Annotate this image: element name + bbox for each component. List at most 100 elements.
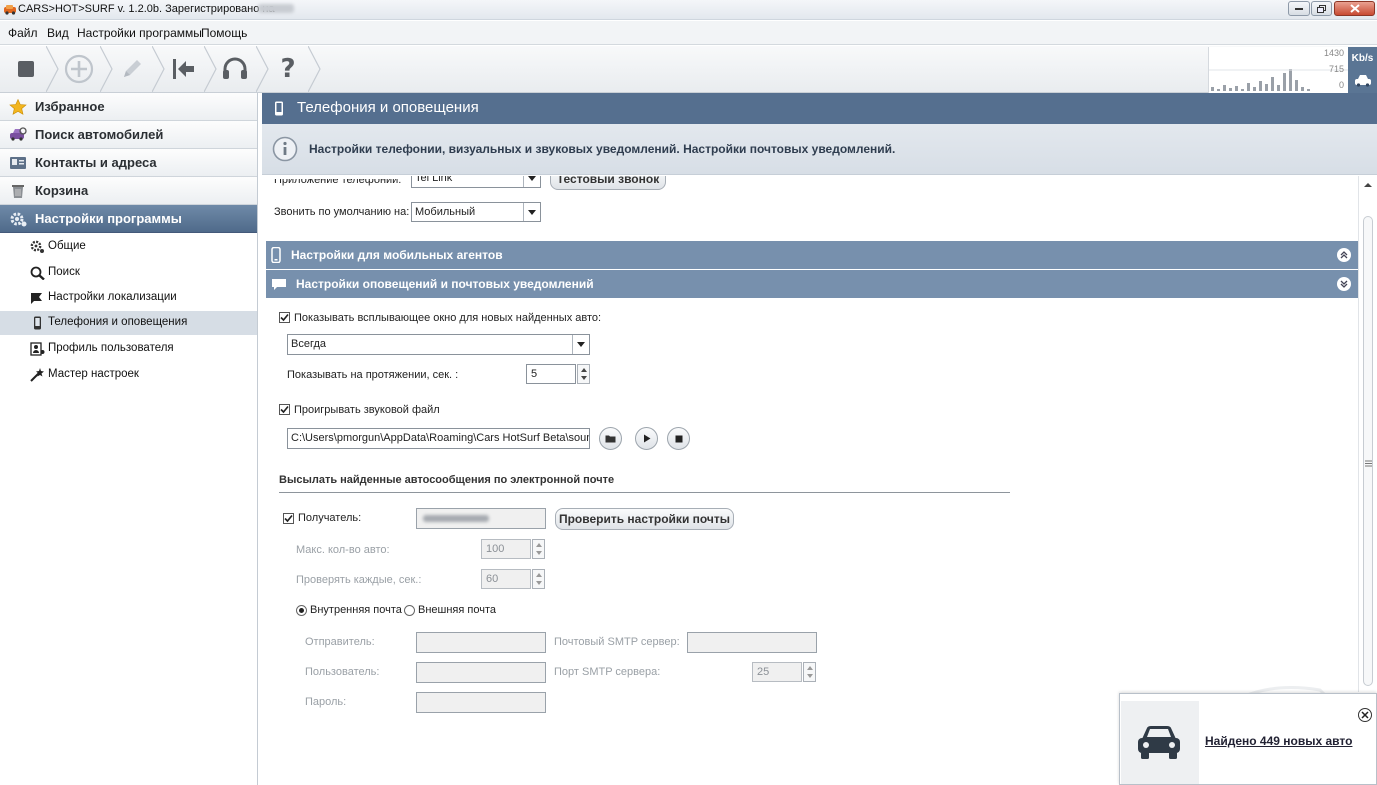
check-every-input[interactable]: 60 <box>481 569 531 589</box>
help-button[interactable]: ? <box>262 46 314 92</box>
notification-popup: Найдено 449 новых авто <box>1119 693 1377 785</box>
sidebar-cat-car-search[interactable]: Поиск автомобилей <box>0 121 257 149</box>
external-mail-radio[interactable] <box>404 605 415 616</box>
sidebar-item-label: Профиль пользователя <box>48 342 174 354</box>
expand-button[interactable] <box>1337 248 1351 262</box>
gear-icon <box>30 240 44 253</box>
sidebar-cat-favorites[interactable]: Избранное <box>0 93 257 121</box>
show-duration-input[interactable]: 5 <box>526 364 576 384</box>
edit-button[interactable] <box>106 46 158 92</box>
sidebar-cat-contacts[interactable]: Контакты и адреса <box>0 149 257 177</box>
chevron-down-icon <box>523 203 540 221</box>
popup-close-button[interactable] <box>1358 708 1372 722</box>
sidebar-item-telephony[interactable]: Телефония и оповещения <box>0 311 257 335</box>
stop-sound-button[interactable] <box>667 427 690 450</box>
show-popup-checkbox[interactable] <box>279 312 290 323</box>
app-logo-icon <box>4 5 16 15</box>
menu-view[interactable]: Вид <box>47 26 69 40</box>
default-call-select[interactable]: Мобильный <box>411 202 541 222</box>
toolbar-chevron-separator <box>308 46 321 92</box>
sidebar-item-profile[interactable]: Профиль пользователя <box>0 337 257 361</box>
sidebar-item-wizard[interactable]: Мастер настроек <box>0 363 257 387</box>
internal-mail-radio[interactable] <box>296 605 307 616</box>
arrow-down-icon <box>807 674 813 678</box>
question-icon: ? <box>280 54 296 84</box>
traffic-max-label: 1430 <box>1323 48 1344 58</box>
page-title: Телефония и оповещения <box>297 99 479 116</box>
smtp-server-input[interactable] <box>687 632 817 653</box>
section-notifications[interactable]: Настройки оповещений и почтовых уведомле… <box>266 270 1358 298</box>
back-button[interactable] <box>157 46 209 92</box>
play-sound-button[interactable] <box>635 427 658 450</box>
minimize-icon <box>1295 8 1303 10</box>
traffic-mid-label: 715 <box>1328 64 1344 74</box>
scrollbar-thumb[interactable] <box>1363 216 1373 686</box>
sidebar-item-general[interactable]: Общие <box>0 235 257 259</box>
flag-icon <box>31 293 42 304</box>
show-duration-spinner[interactable] <box>577 364 590 384</box>
recipient-checkbox[interactable] <box>283 513 294 524</box>
checkmark-icon <box>284 514 293 523</box>
check-every-label: Проверять каждые, сек.: <box>296 574 422 586</box>
scroll-up-icon <box>1364 183 1372 187</box>
minimize-button[interactable] <box>1288 1 1310 16</box>
arrow-up-icon <box>536 543 542 547</box>
sidebar-cat-trash[interactable]: Корзина <box>0 177 257 205</box>
folder-icon <box>605 435 616 443</box>
back-icon <box>173 59 194 79</box>
smtp-server-label: Почтовый SMTP сервер: <box>554 636 680 648</box>
vertical-scrollbar[interactable] <box>1358 176 1377 692</box>
max-cars-spinner[interactable] <box>532 539 545 559</box>
sound-path-input[interactable]: C:\Users\pmorgun\AppData\Roaming\Cars Ho… <box>287 428 590 449</box>
sender-label: Отправитель: <box>305 636 375 648</box>
max-cars-label: Макс. кол-во авто: <box>296 544 390 556</box>
contacts-icon <box>10 157 26 169</box>
menu-help[interactable]: Помощь <box>201 26 247 40</box>
arrow-up-icon <box>536 573 542 577</box>
settings-icon <box>10 212 27 227</box>
check-every-spinner[interactable] <box>532 569 545 589</box>
check-mail-settings-button[interactable]: Проверить настройки почты <box>555 508 734 530</box>
title-bar: CARS>HOT>SURF v. 1.2.0b. Зарегистрирован… <box>0 0 1377 20</box>
user-input[interactable] <box>416 662 546 683</box>
sidebar-cat-label: Контакты и адреса <box>35 155 157 170</box>
arrow-up-icon <box>807 666 813 670</box>
add-button[interactable] <box>53 46 105 92</box>
magnifier-icon <box>30 266 45 280</box>
max-cars-input[interactable]: 100 <box>481 539 531 559</box>
sidebar: Избранное Поиск автомобилей Контакты и а… <box>0 93 258 785</box>
recipient-input[interactable] <box>416 508 546 529</box>
menu-file[interactable]: Файл <box>8 26 38 40</box>
smtp-port-spinner[interactable] <box>803 662 816 682</box>
sidebar-item-localization[interactable]: Настройки локализации <box>0 286 257 310</box>
arrow-down-icon <box>536 551 542 555</box>
support-button[interactable] <box>209 46 261 92</box>
section-title: Настройки оповещений и почтовых уведомле… <box>296 277 594 291</box>
show-duration-value: 5 <box>531 368 538 380</box>
check-every-value: 60 <box>486 573 499 585</box>
sidebar-cat-settings[interactable]: Настройки программы <box>0 205 257 233</box>
sidebar-item-search[interactable]: Поиск <box>0 261 257 285</box>
smtp-port-input[interactable]: 25 <box>752 662 802 682</box>
stop-button[interactable] <box>0 46 52 92</box>
menu-settings[interactable]: Настройки программы <box>77 26 202 40</box>
recipient-label: Получатель: <box>298 512 362 524</box>
found-cars-link[interactable]: Найдено 449 новых авто <box>1205 734 1352 748</box>
collapse-button[interactable] <box>1337 277 1351 291</box>
smtp-port-label: Порт SMTP сервера: <box>554 666 661 678</box>
sender-input[interactable] <box>416 632 546 653</box>
section-mobile-agents[interactable]: Настройки для мобильных агентов <box>266 241 1358 269</box>
chevron-down-icon <box>572 335 589 354</box>
browse-sound-button[interactable] <box>599 427 622 450</box>
play-sound-checkbox[interactable] <box>279 404 290 415</box>
content-header: Телефония и оповещения <box>262 93 1377 124</box>
phone-app-label: Приложение телефонии: <box>274 174 402 186</box>
mobile-icon <box>271 247 281 263</box>
close-button[interactable] <box>1334 1 1375 16</box>
maximize-button[interactable] <box>1311 1 1332 16</box>
password-label: Пароль: <box>305 696 347 708</box>
star-icon <box>9 99 27 115</box>
password-input[interactable] <box>416 692 546 713</box>
popup-mode-select[interactable]: Всегда <box>287 334 590 355</box>
play-sound-label: Проигрывать звуковой файл <box>294 404 440 416</box>
